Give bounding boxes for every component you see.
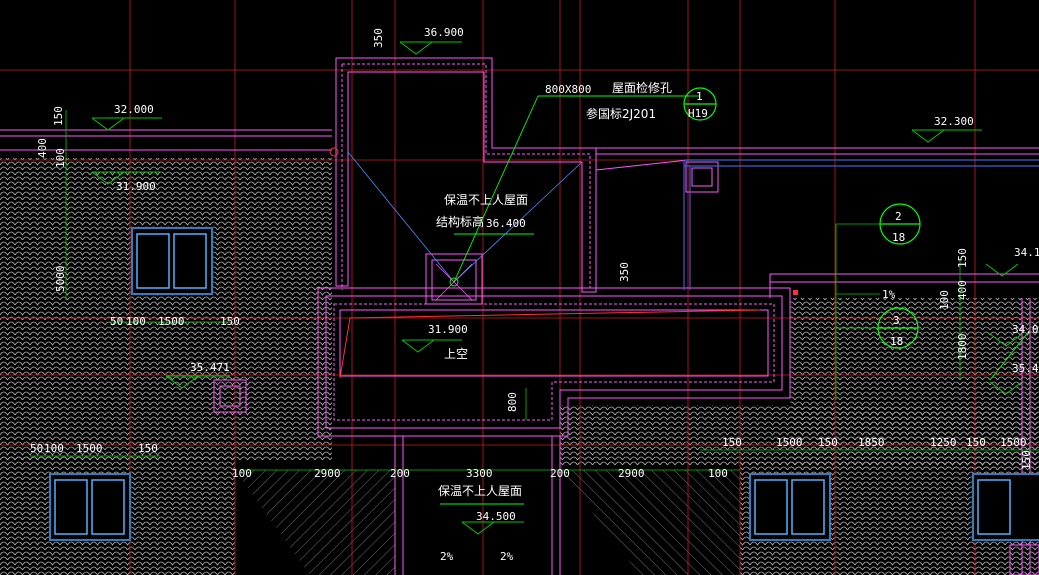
slope-bottom-left: 2%	[440, 550, 454, 563]
tile-area-bottom-center-left	[235, 470, 395, 575]
elev-36900: 36.900	[424, 26, 464, 39]
hatch-frame-inner	[431, 259, 477, 301]
elev-32000: 32.000	[114, 103, 154, 116]
roof-edge-right	[596, 147, 1039, 155]
dim-350-mid: 350	[618, 262, 631, 282]
right-parapet	[769, 273, 1039, 298]
void-inner-3	[339, 309, 769, 377]
dim-1250: 1250	[930, 436, 957, 449]
dim-150-r3: 150	[818, 436, 838, 449]
dim-100b: 100	[44, 442, 64, 455]
dim-350-top: 350	[372, 28, 385, 48]
slope-bottom-right: 2%	[500, 550, 514, 563]
dim-100-left: 100	[54, 148, 67, 168]
elev-structure: 36.400	[486, 217, 526, 230]
detail-hatch-top: 1	[696, 90, 703, 103]
void-inner-2	[333, 303, 775, 421]
slope-right: 1%	[882, 288, 896, 301]
dim-100-r: 100	[938, 290, 951, 310]
tile-area-mid-right	[560, 405, 1039, 465]
window-lower-right	[749, 473, 831, 541]
gutter	[683, 159, 1039, 290]
dim-50b: 50	[30, 442, 43, 455]
detail2-bottom: 18	[892, 231, 905, 244]
dim-5000-left: 5000	[54, 266, 67, 293]
window-lower-left	[49, 473, 131, 541]
dim-2900b: 2900	[618, 467, 645, 480]
dim-1500-r1: 1500	[776, 436, 803, 449]
dim-400-r: 400	[956, 280, 969, 300]
dim-200a: 200	[390, 467, 410, 480]
dim-1500b: 1500	[76, 442, 103, 455]
dim-150-r1: 150	[956, 248, 969, 268]
window-upper-left	[131, 227, 213, 295]
dim-3300: 3300	[466, 467, 493, 480]
label-void: 上空	[444, 347, 468, 361]
dim-100a: 100	[126, 315, 146, 328]
label-structure-elev: 结构标高	[436, 214, 484, 229]
elev-34500: 34.500	[476, 510, 516, 523]
red-markers	[329, 147, 798, 295]
dim-50a: 50	[110, 315, 123, 328]
dim-1800-r: 1800	[956, 334, 969, 361]
dim-2900a: 2900	[314, 467, 341, 480]
dim-100d: 100	[708, 467, 728, 480]
elev-35471: 35.471	[190, 361, 230, 374]
mid-wall	[595, 159, 689, 290]
section-cut-line	[339, 309, 761, 379]
bottom-corridor	[394, 436, 561, 575]
dim-150a: 150	[220, 315, 240, 328]
dim-1500-r2: 1500	[1000, 436, 1027, 449]
dim-150-r2: 150	[722, 436, 742, 449]
elev-31900-center: 31.900	[428, 323, 468, 336]
dim-800: 800	[506, 392, 519, 412]
detail3-top: 3	[893, 314, 900, 327]
roof-edge-left	[0, 129, 332, 151]
dim-100c: 100	[232, 467, 252, 480]
label-800x800: 800X800	[545, 83, 591, 96]
detail3-bottom: 18	[890, 335, 903, 348]
window-far-right	[972, 473, 1039, 541]
cad-drawing-canvas[interactable]: 800X800 屋面检修孔 参国标2J201 1 H19 保温不上人屋面 结构标…	[0, 0, 1039, 575]
elev-3547: 35.47	[1012, 362, 1039, 375]
label-insulated-roof-top: 保温不上人屋面	[444, 193, 528, 207]
dim-1500a: 1500	[158, 315, 185, 328]
label-roof-hatch-ref: 参国标2J201	[586, 106, 656, 121]
elev-3417: 34.17	[1014, 246, 1039, 259]
elev-32300: 32.300	[934, 115, 974, 128]
tile-area-left	[0, 158, 332, 460]
tile-area-bottom-center-right	[560, 470, 740, 575]
label-insulated-roof-bottom: 保温不上人屋面	[438, 484, 522, 498]
detail2-top: 2	[895, 210, 902, 223]
dim-400-left: 400	[36, 138, 49, 158]
detail-hatch-bottom: H19	[688, 107, 708, 120]
dim-150b: 150	[138, 442, 158, 455]
dim-150-r5: 150	[1020, 450, 1033, 470]
duct-right-inner	[691, 167, 713, 187]
label-roof-hatch: 屋面检修孔	[612, 80, 672, 95]
elev-3407: 34.07	[1012, 323, 1039, 336]
elev-31900-left: 31.900	[116, 180, 156, 193]
dim-1850: 1850	[858, 436, 885, 449]
dim-150-left: 150	[52, 106, 65, 126]
dim-200b: 200	[550, 467, 570, 480]
dim-150-r4: 150	[966, 436, 986, 449]
